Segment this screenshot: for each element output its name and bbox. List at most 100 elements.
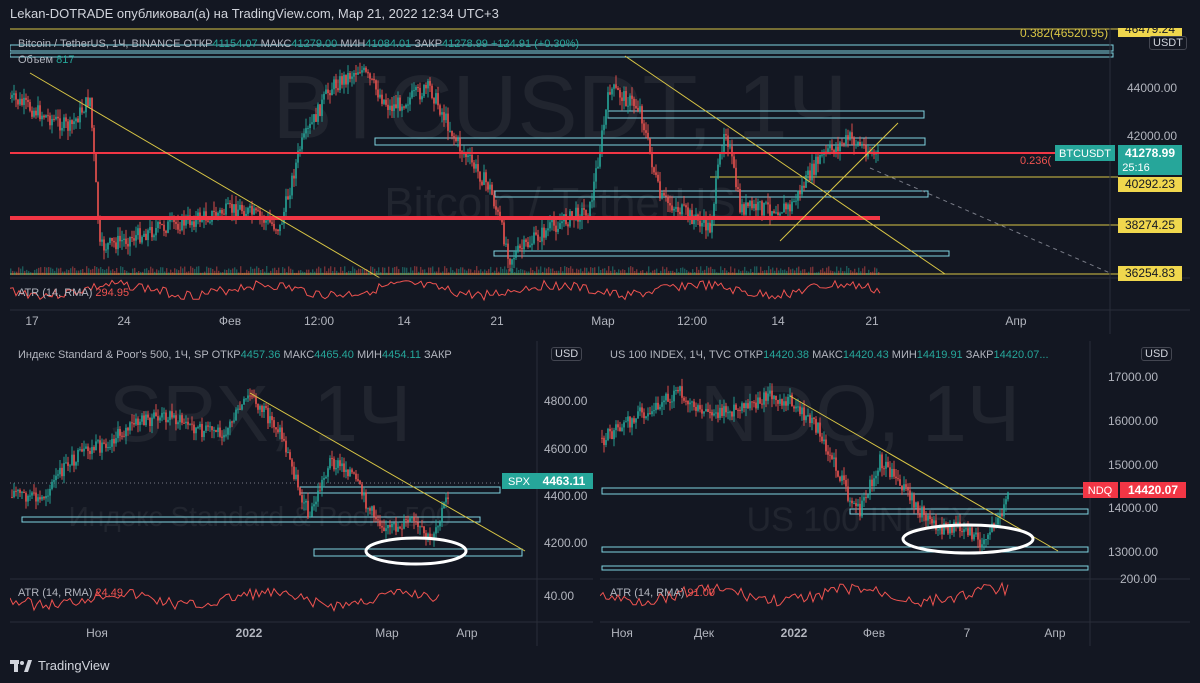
ndq-candle-body [729, 411, 731, 413]
btc-candle-body [495, 206, 497, 210]
btc-volume-bar [750, 268, 752, 275]
ndq-candle-body [655, 402, 657, 411]
ndq-currency-button[interactable]: USD [1141, 347, 1173, 361]
ndq-candle-body [825, 439, 827, 452]
ndq-candle-body [887, 461, 889, 468]
ndq-candle-body [659, 406, 661, 410]
btc-volume-bar [282, 267, 284, 275]
btc-candle-body [681, 204, 683, 215]
ndq-candle-body [923, 506, 925, 515]
btc-volume-bar [310, 272, 312, 275]
ndq-price-tick-label: 16000.00 [1108, 414, 1158, 428]
btc-candle-body [101, 239, 103, 242]
spx-currency-button[interactable]: USD [551, 347, 583, 361]
btc-candle-body [437, 93, 439, 106]
btc-chart-canvas[interactable]: BTCUSDT, 1ЧBitcoin / TetherUS17 24 Фев 12:0… [10, 28, 1190, 334]
btc-candle-body [851, 132, 853, 139]
btc-volume-bar [224, 269, 226, 275]
ndq-candle-body [933, 520, 935, 524]
btc-candle-body [35, 110, 37, 116]
ndq-candle-body [907, 486, 909, 491]
ndq-candle-body [725, 406, 727, 413]
btc-volume-bar [140, 271, 142, 275]
spx-candle-body [129, 422, 131, 431]
ndq-candle-body [899, 479, 901, 486]
spx-candle-body [27, 495, 29, 502]
btc-volume-bar [24, 270, 26, 275]
tradingview-footer[interactable]: TradingView [10, 658, 110, 673]
btc-volume-bar [814, 272, 816, 275]
btc-volume-bar [392, 267, 394, 275]
btc-volume-bar [38, 267, 40, 275]
spx-candle-body [375, 516, 377, 520]
spx-candle-body [165, 412, 167, 423]
btc-candle-body [559, 223, 561, 229]
btc-volume-bar [420, 266, 422, 275]
ndq-candle-body [651, 411, 653, 415]
btc-x-tick-label: 24 [117, 314, 131, 328]
btc-x-tick-label: 21 [865, 314, 879, 328]
btc-candle-body [685, 205, 687, 208]
ndq-candle-body [985, 539, 987, 541]
btc-volume-bar [712, 268, 714, 275]
spx-candle-body [13, 490, 15, 498]
ndq-candle-body [863, 497, 865, 501]
ndq-candle-body [807, 415, 809, 417]
btc-candle-body [545, 230, 547, 238]
ndq-candle-body [647, 413, 649, 417]
btc-candle-body [333, 79, 335, 90]
btc-candle-body [483, 172, 485, 185]
spx-candle-body [77, 450, 79, 463]
spx-candle-body [71, 454, 73, 466]
btc-low-value: 41084.01 [365, 38, 412, 50]
btc-candle-body [687, 207, 689, 218]
ndq-candle-body [917, 502, 919, 514]
btc-currency-button[interactable]: USDT [1149, 36, 1187, 50]
btc-volume-bar [492, 272, 494, 275]
btc-volume-bar [638, 272, 640, 275]
btc-volume-bar [36, 268, 38, 275]
spx-price-tick-label: 4800.00 [544, 394, 588, 408]
btc-volume-bar [742, 270, 744, 275]
chart-panel-btcusdt[interactable]: BTCUSDT, 1Ч Bitcoin / TetherUS 17 24 Фев 12:0… [10, 28, 1190, 334]
spx-candle-body [107, 446, 109, 448]
btc-volume-bar [716, 272, 718, 275]
btc-volume-bar [108, 266, 110, 275]
btc-volume-bar [210, 267, 212, 275]
ndq-candle-body [849, 500, 851, 502]
ndq-high-label: МАКС [812, 349, 843, 361]
btc-volume-bar [668, 270, 670, 275]
btc-volume-bar [508, 268, 510, 275]
ndq-chart-canvas[interactable]: NDQ, 1ЧUS 100 INDEXНоя Дек 2022 Фев 7 Апр1700… [600, 341, 1190, 646]
btc-volume-bar [582, 271, 584, 275]
btc-volume-bar [114, 270, 116, 275]
spx-candle-body [87, 446, 89, 451]
btc-candle-body [401, 106, 403, 111]
btc-volume-bar [436, 271, 438, 275]
btc-volume-bar [326, 271, 328, 275]
spx-candle-body [81, 449, 83, 452]
btc-volume-bar [604, 268, 606, 275]
spx-candle-body [255, 396, 257, 404]
btc-volume-bar [562, 271, 564, 275]
ndq-candle-body [877, 470, 879, 476]
ndq-candle-body [869, 479, 871, 495]
ndq-candle-body [785, 401, 787, 406]
btc-volume-bar [458, 269, 460, 275]
btc-candle-body [411, 90, 413, 98]
ndq-candle-body [757, 397, 759, 409]
spx-chart-canvas[interactable]: SPX, 1ЧИндекс Standard & Poor's 500Ноя 20… [10, 341, 593, 646]
ndq-candle-body [667, 393, 669, 402]
ndq-candle-body [921, 506, 923, 518]
chart-panel-ndq[interactable]: NDQ, 1Ч US 100 INDEX Ноя Дек 2022 Фев 7 Апр 1700… [600, 341, 1190, 646]
ndq-candle-body [855, 503, 857, 507]
ndq-candle-body [615, 424, 617, 431]
chart-panel-spx[interactable]: SPX, 1Ч Индекс Standard & Poor's 500 Ноя 20… [10, 341, 593, 646]
btc-candle-body [89, 97, 91, 107]
spx-candle-body [391, 523, 393, 528]
ndq-candle-body [607, 428, 609, 441]
btc-volume-bar [174, 268, 176, 275]
btc-candle-body [863, 144, 865, 146]
ndq-price-tick-label: 17000.00 [1108, 370, 1158, 384]
btc-volume-bar [456, 268, 458, 275]
